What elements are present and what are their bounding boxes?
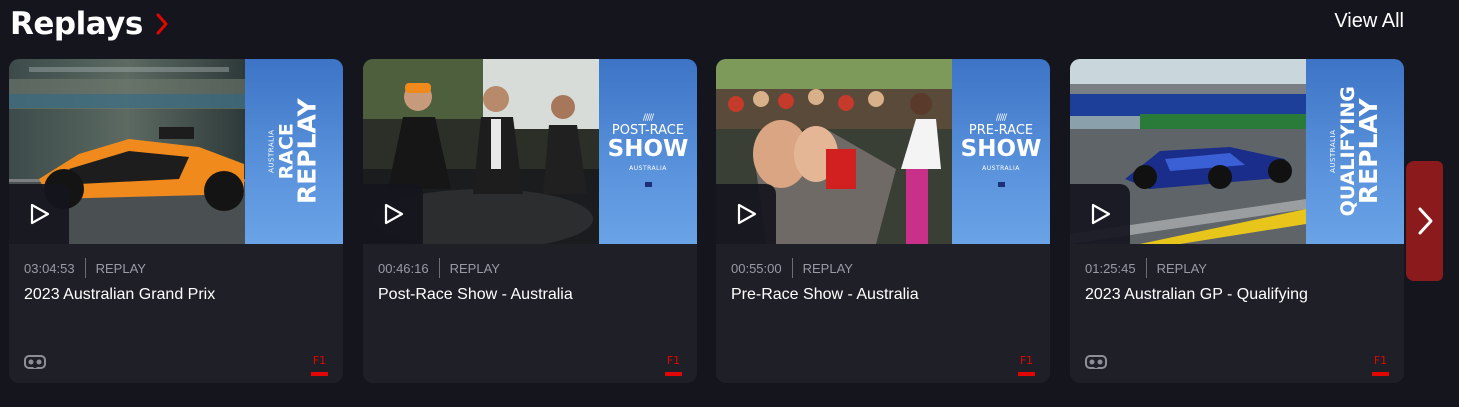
carousel-next-button[interactable]	[1406, 161, 1443, 281]
card-thumbnail[interactable]: AUSTRALIA RACE REPLAY	[9, 59, 343, 244]
f1-badge: F1	[1018, 355, 1035, 376]
play-icon	[384, 203, 404, 225]
replay-card[interactable]: ///// POST-RACE SHOW AUSTRALIA 00:46:16 …	[363, 59, 697, 383]
card-meta: 03:04:53 REPLAY	[24, 258, 146, 278]
card-thumbnail[interactable]: ///// POST-RACE SHOW AUSTRALIA	[363, 59, 697, 244]
meta-divider	[1145, 258, 1147, 278]
f1-badge-text: F1	[312, 354, 327, 367]
panel-location: AUSTRALIA	[1328, 129, 1337, 174]
replay-card[interactable]: AUSTRALIA RACE REPLAY 03:04:53 REPLAY 20…	[9, 59, 343, 383]
f1-badge: F1	[1372, 355, 1389, 376]
f1-badge: F1	[665, 355, 682, 376]
australia-flag-icon	[644, 181, 652, 187]
meta-divider	[84, 258, 86, 278]
panel-line2: REPLAY	[1353, 98, 1383, 205]
duration: 03:04:53	[24, 260, 75, 276]
panel-dashes: /////	[995, 112, 1007, 123]
race-replay-panel: AUSTRALIA RACE REPLAY	[245, 59, 343, 244]
meta-divider	[438, 258, 440, 278]
content-type: REPLAY	[802, 260, 853, 276]
f1-badge: F1	[311, 355, 328, 376]
f1-badge-text: F1	[1373, 354, 1388, 367]
f1-badge-bar	[665, 372, 682, 376]
f1-badge-text: F1	[1019, 354, 1034, 367]
card-meta: 00:46:16 REPLAY	[378, 258, 500, 278]
section-header: Replays	[10, 6, 169, 42]
view-all-link[interactable]: View All	[1334, 10, 1404, 33]
title-chevron-right-icon[interactable]	[155, 12, 169, 36]
content-type: REPLAY	[449, 260, 500, 276]
f1-badge-bar	[1018, 372, 1035, 376]
content-type: REPLAY	[1156, 260, 1207, 276]
duration: 00:46:16	[378, 260, 429, 276]
panel-location: AUSTRALIA	[629, 164, 667, 172]
f1-badge-bar	[1372, 372, 1389, 376]
play-icon	[737, 203, 757, 225]
card-title[interactable]: Post-Race Show - Australia	[378, 286, 573, 304]
australia-flag-icon	[997, 181, 1005, 187]
card-title[interactable]: Pre-Race Show - Australia	[731, 286, 919, 304]
vr-headset-icon	[1085, 355, 1107, 369]
card-meta: 00:55:00 REPLAY	[731, 258, 853, 278]
qualifying-replay-panel: AUSTRALIA QUALIFYING REPLAY	[1306, 59, 1404, 244]
section-title: Replays	[10, 6, 143, 42]
play-button[interactable]	[716, 184, 776, 244]
duration: 00:55:00	[731, 260, 782, 276]
content-type: REPLAY	[95, 260, 146, 276]
play-button[interactable]	[9, 184, 69, 244]
card-thumbnail[interactable]: ///// PRE-RACE SHOW AUSTRALIA	[716, 59, 1050, 244]
play-button[interactable]	[363, 184, 423, 244]
play-icon	[1091, 203, 1111, 225]
panel-location: AUSTRALIA	[982, 164, 1020, 172]
play-button[interactable]	[1070, 184, 1130, 244]
card-title[interactable]: 2023 Australian GP - Qualifying	[1085, 286, 1308, 304]
panel-line2: SHOW	[960, 135, 1042, 162]
f1-badge-text: F1	[666, 354, 681, 367]
card-meta: 01:25:45 REPLAY	[1085, 258, 1207, 278]
f1-badge-bar	[311, 372, 328, 376]
replay-card[interactable]: AUSTRALIA QUALIFYING REPLAY 01:25:45 REP…	[1070, 59, 1404, 383]
panel-location: AUSTRALIA	[267, 129, 276, 174]
replay-card[interactable]: ///// PRE-RACE SHOW AUSTRALIA 00:55:00 R…	[716, 59, 1050, 383]
chevron-right-icon	[1418, 207, 1432, 235]
meta-divider	[791, 258, 793, 278]
panel-line2: REPLAY	[292, 98, 322, 205]
panel-dashes: /////	[642, 112, 654, 123]
panel-line2: SHOW	[607, 135, 689, 162]
play-icon	[30, 203, 50, 225]
card-title[interactable]: 2023 Australian Grand Prix	[24, 286, 215, 304]
card-thumbnail[interactable]: AUSTRALIA QUALIFYING REPLAY	[1070, 59, 1404, 244]
vr-headset-icon	[24, 355, 46, 369]
post-race-show-panel: ///// POST-RACE SHOW AUSTRALIA	[599, 59, 697, 244]
duration: 01:25:45	[1085, 260, 1136, 276]
pre-race-show-panel: ///// PRE-RACE SHOW AUSTRALIA	[952, 59, 1050, 244]
